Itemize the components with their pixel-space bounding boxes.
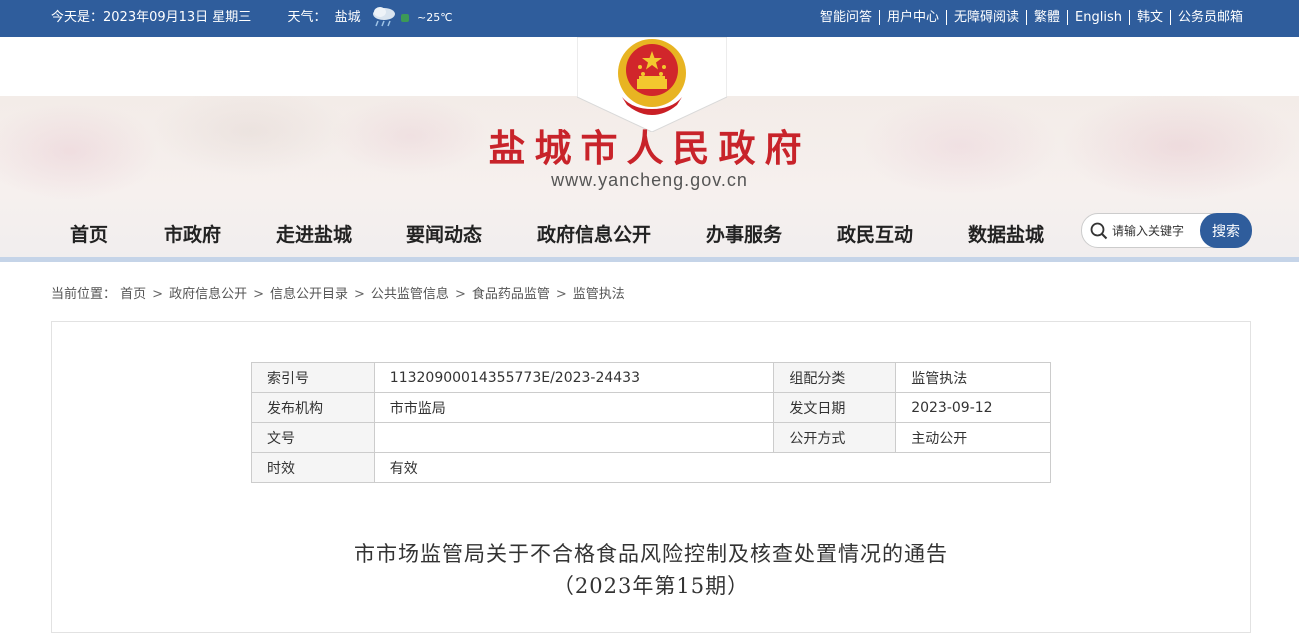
link-smart-qa[interactable]: 智能问答 xyxy=(812,10,880,25)
nav-services[interactable]: 办事服务 xyxy=(706,220,782,247)
table-row: 发布机构 市市监局 发文日期 2023-09-12 xyxy=(251,392,1051,423)
article-title-block: 市市场监管局关于不合格食品风险控制及核查处置情况的通告 （2023年第15期） xyxy=(52,538,1250,602)
nav-city-government[interactable]: 市政府 xyxy=(164,220,221,247)
nav-home[interactable]: 首页 xyxy=(70,220,108,247)
link-accessibility[interactable]: 无障碍阅读 xyxy=(946,10,1027,25)
breadcrumb-item[interactable]: 首页 xyxy=(120,287,146,302)
meta-key: 时效 xyxy=(251,452,375,483)
meta-key: 文号 xyxy=(251,422,375,453)
weather-temp: ~25℃ xyxy=(417,11,453,24)
meta-value: 主动公开 xyxy=(895,422,1051,453)
rain-cloud-icon xyxy=(372,6,395,26)
meta-value: 2023-09-12 xyxy=(895,392,1051,423)
link-traditional-chinese[interactable]: 繁體 xyxy=(1027,10,1069,25)
breadcrumb-item[interactable]: 公共监管信息 xyxy=(371,287,449,302)
breadcrumb-separator: > xyxy=(555,287,567,302)
table-row: 时效 有效 xyxy=(251,452,1052,483)
weather-small-icon xyxy=(400,13,409,22)
breadcrumb-separator: > xyxy=(354,287,365,302)
nav-news[interactable]: 要闻动态 xyxy=(406,220,482,247)
top-bar: 今天是：2023年09月13日 星期三 天气： 盐城 ~25℃ 智能问答 用户中心… xyxy=(0,0,1299,37)
table-row: 文号 公开方式 主动公开 xyxy=(251,422,1051,453)
meta-key: 发布机构 xyxy=(251,392,375,423)
nav-data-yancheng[interactable]: 数据盐城 xyxy=(968,220,1044,247)
link-user-center[interactable]: 用户中心 xyxy=(879,10,947,25)
breadcrumb-item[interactable]: 食品药品监管 xyxy=(472,287,550,302)
meta-value: 11320900014355773E/2023-24433 xyxy=(373,362,775,393)
top-bar-info: 今天是：2023年09月13日 星期三 天气： 盐城 ~25℃ xyxy=(51,0,457,37)
document-meta-table: 索引号 11320900014355773E/2023-24433 组配分类 监… xyxy=(251,362,1052,483)
search-box: 搜索 xyxy=(1081,213,1252,248)
link-english[interactable]: English xyxy=(1068,10,1130,25)
article-title: 市市场监管局关于不合格食品风险控制及核查处置情况的通告 xyxy=(354,542,948,566)
article-subtitle: （2023年第15期） xyxy=(552,574,750,598)
search-button[interactable]: 搜索 xyxy=(1200,213,1252,248)
content-panel: 索引号 11320900014355773E/2023-24433 组配分类 监… xyxy=(51,321,1251,633)
link-civil-servant-mail[interactable]: 公务员邮箱 xyxy=(1171,10,1243,25)
nav-about-yancheng[interactable]: 走进盐城 xyxy=(276,220,352,247)
meta-value: 有效 xyxy=(373,452,1052,483)
breadcrumb-separator: > xyxy=(454,287,466,302)
top-links: 智能问答 用户中心 无障碍阅读 繁體 English 韩文 公务员邮箱 xyxy=(812,0,1243,37)
search-icon xyxy=(1090,222,1108,240)
breadcrumb-item[interactable]: 信息公开目录 xyxy=(270,287,348,302)
breadcrumb-label: 当前位置： xyxy=(51,287,117,302)
meta-value: 监管执法 xyxy=(895,362,1051,393)
breadcrumb-separator: > xyxy=(152,287,164,302)
nav-divider xyxy=(0,257,1299,262)
breadcrumb-separator: > xyxy=(253,287,264,302)
search-input[interactable] xyxy=(1110,220,1206,242)
breadcrumb-item[interactable]: 政府信息公开 xyxy=(169,287,247,302)
meta-value xyxy=(373,422,775,453)
site-domain: www.yancheng.gov.cn xyxy=(551,170,748,190)
breadcrumb-item[interactable]: 监管执法 xyxy=(573,287,625,302)
link-korean[interactable]: 韩文 xyxy=(1129,10,1171,25)
weather-label: 天气： xyxy=(287,10,327,25)
nav-gov-info-disclosure[interactable]: 政府信息公开 xyxy=(537,220,651,247)
meta-value: 市市监局 xyxy=(373,392,775,423)
meta-key: 组配分类 xyxy=(773,362,897,393)
table-row: 索引号 11320900014355773E/2023-24433 组配分类 监… xyxy=(251,362,1051,393)
date-text: 今天是：2023年09月13日 星期三 xyxy=(51,10,252,25)
breadcrumb: 当前位置： 首页 > 政府信息公开 > 信息公开目录 > 公共监管信息 > 食品药品监管 > 监管执… xyxy=(51,283,625,302)
weather-city: 盐城 xyxy=(334,10,361,25)
meta-key: 发文日期 xyxy=(773,392,897,423)
site-title: 盐城市人民政府 xyxy=(488,126,811,170)
meta-key: 公开方式 xyxy=(773,422,897,453)
nav-interaction[interactable]: 政民互动 xyxy=(837,220,913,247)
meta-key: 索引号 xyxy=(251,362,375,393)
